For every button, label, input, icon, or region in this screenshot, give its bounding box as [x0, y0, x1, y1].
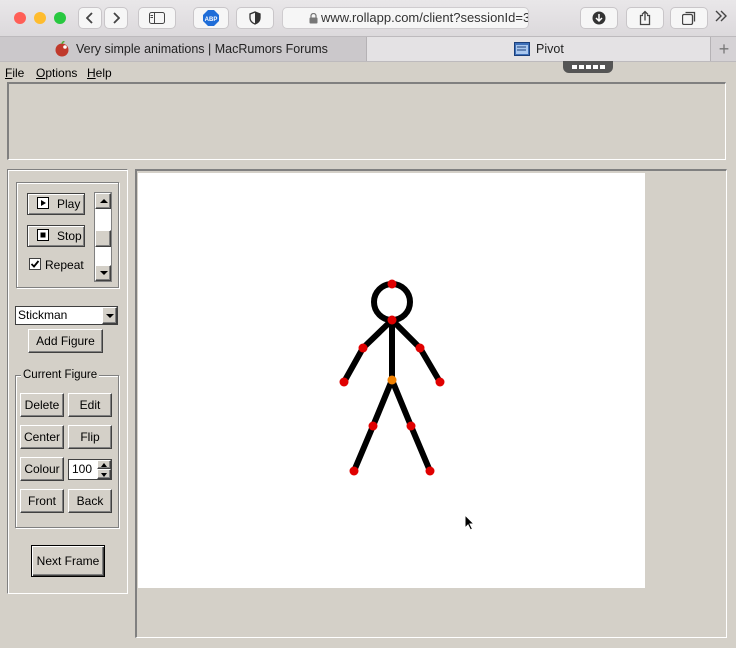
- shield-icon: [249, 11, 261, 25]
- play-icon: [37, 197, 49, 209]
- tab-drag-handle[interactable]: [563, 61, 613, 73]
- back-button-figure[interactable]: Back: [68, 489, 112, 513]
- stop-button[interactable]: Stop: [27, 225, 85, 247]
- chevron-down-icon: [106, 314, 114, 318]
- back-button[interactable]: [78, 7, 102, 29]
- downloads-button[interactable]: [580, 7, 618, 29]
- browser-toolbar: ABP www.rollapp.com/client?sessionId=3: [0, 0, 736, 36]
- address-bar[interactable]: www.rollapp.com/client?sessionId=3: [282, 7, 529, 29]
- front-button[interactable]: Front: [20, 489, 64, 513]
- stickman-left-upper-arm: [360, 317, 395, 351]
- figure-size-value: 100: [72, 462, 93, 476]
- menu-file[interactable]: File: [5, 66, 24, 80]
- adblock-extension-button[interactable]: ABP: [193, 7, 229, 29]
- stickman-right-shin: [408, 423, 433, 474]
- app-menu-bar: File Options Help: [0, 63, 736, 81]
- spin-down-button[interactable]: [97, 469, 111, 479]
- spin-up-button[interactable]: [97, 460, 111, 469]
- current-figure-legend: Current Figure: [21, 369, 100, 381]
- zoom-window-button[interactable]: [54, 12, 66, 24]
- svg-text:ABP: ABP: [205, 17, 218, 23]
- sidebar-button[interactable]: [138, 7, 176, 29]
- joint-handle-neck[interactable]: [387, 315, 397, 325]
- mouse-cursor-icon: [464, 514, 476, 531]
- chevron-left-icon: [86, 12, 93, 24]
- joint-handle-right-elbow[interactable]: [415, 343, 425, 353]
- download-icon: [592, 11, 606, 25]
- apple-favicon-icon: [55, 41, 69, 57]
- figure-size-spinner[interactable]: 100: [68, 459, 112, 480]
- joint-handle-left-foot[interactable]: [349, 466, 359, 476]
- close-window-button[interactable]: [14, 12, 26, 24]
- adblock-icon: ABP: [203, 10, 219, 26]
- figure-type-select[interactable]: Stickman: [15, 306, 118, 325]
- scroll-thumb[interactable]: [95, 230, 111, 247]
- sidebar-icon: [149, 12, 165, 24]
- figure-type-value: Stickman: [18, 308, 68, 322]
- stickman-right-forearm: [417, 345, 443, 385]
- tab-bar: Very simple animations | MacRumors Forum…: [0, 36, 736, 62]
- checkmark-icon: [30, 260, 40, 268]
- repeat-label: Repeat: [45, 258, 84, 272]
- stickman-figure[interactable]: [138, 173, 645, 588]
- animation-canvas[interactable]: [138, 173, 645, 588]
- menu-options[interactable]: Options: [36, 66, 77, 80]
- stop-icon: [37, 229, 49, 241]
- joint-handle-pivot-hip[interactable]: [387, 375, 397, 385]
- new-tab-button[interactable]: +: [710, 37, 736, 61]
- delete-button[interactable]: Delete: [20, 393, 64, 417]
- dropdown-button[interactable]: [102, 307, 117, 324]
- tab-pivot[interactable]: Pivot: [367, 37, 710, 61]
- stickman-left-thigh: [370, 377, 395, 429]
- add-figure-button[interactable]: Add Figure: [28, 329, 103, 353]
- arrow-down-icon: [101, 473, 107, 477]
- tab-title: Pivot: [536, 42, 564, 56]
- more-toolbar-items-button[interactable]: [714, 9, 732, 27]
- privacy-report-button[interactable]: [236, 7, 274, 29]
- arrow-up-icon: [101, 463, 107, 467]
- joint-handle-head-top[interactable]: [387, 279, 397, 289]
- joint-handle-right-knee[interactable]: [406, 421, 416, 431]
- share-icon: [639, 10, 651, 26]
- forward-button[interactable]: [104, 7, 128, 29]
- arrow-up-icon: [100, 199, 108, 203]
- lock-icon: [309, 13, 318, 24]
- flip-button[interactable]: Flip: [68, 425, 112, 449]
- stickman-left-shin: [351, 423, 376, 474]
- stickman-left-forearm: [341, 345, 366, 385]
- menu-help[interactable]: Help: [87, 66, 112, 80]
- pivot-favicon-icon: [514, 42, 530, 56]
- center-button[interactable]: Center: [20, 425, 64, 449]
- joint-handle-right-hand[interactable]: [435, 377, 445, 387]
- edit-button[interactable]: Edit: [68, 393, 112, 417]
- joint-handle-left-hand[interactable]: [339, 377, 349, 387]
- tabs-overview-icon: [682, 11, 696, 25]
- double-chevron-right-icon: [715, 10, 727, 22]
- share-button[interactable]: [626, 7, 664, 29]
- frame-strip-panel: [7, 82, 726, 160]
- repeat-checkbox[interactable]: [29, 258, 41, 270]
- chevron-right-icon: [113, 12, 120, 24]
- tab-overview-button[interactable]: [670, 7, 708, 29]
- tab-title: Very simple animations | MacRumors Forum…: [76, 42, 328, 56]
- arrow-down-icon: [100, 271, 108, 275]
- next-frame-button[interactable]: Next Frame: [31, 545, 105, 577]
- colour-button[interactable]: Colour: [20, 457, 64, 481]
- address-url: www.rollapp.com/client?sessionId=3: [321, 10, 529, 25]
- stickman-right-upper-arm: [389, 317, 423, 351]
- play-button[interactable]: Play: [27, 193, 85, 215]
- stickman-head: [371, 281, 413, 323]
- joint-handle-right-foot[interactable]: [425, 466, 435, 476]
- speed-scrollbar[interactable]: [94, 192, 112, 282]
- stickman-right-thigh: [389, 377, 414, 429]
- minimize-window-button[interactable]: [34, 12, 46, 24]
- joint-handle-left-elbow[interactable]: [358, 343, 368, 353]
- scroll-up-button[interactable]: [95, 193, 111, 209]
- scroll-down-button[interactable]: [95, 265, 111, 281]
- tab-macrumors[interactable]: Very simple animations | MacRumors Forum…: [0, 37, 367, 61]
- joint-handle-left-knee[interactable]: [368, 421, 378, 431]
